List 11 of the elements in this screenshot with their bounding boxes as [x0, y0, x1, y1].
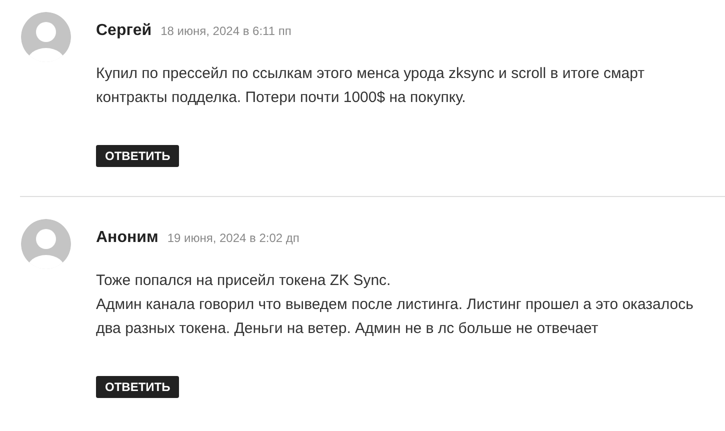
comment-author: Сергей: [96, 22, 152, 40]
comment-text: Админ канала говорил что выведем после листинга. Листинг прошел а это оказалось два разных токена. Деньги на ветер. Админ не в лс больше не отвечает: [96, 295, 694, 339]
comment-date[interactable]: 19 июня, 2024 в 2:02 дп: [167, 231, 300, 245]
comment-text: Купил по прессейл по ссылкам этого менса урода zksync и scroll в итоге смарт контракты подделка. Потери почти 1000$ на покупку.: [96, 64, 646, 108]
comment-text: Тоже попался на присейл токена ZK Sync.: [96, 271, 392, 291]
reply-button[interactable]: ОТВЕТИТЬ: [96, 376, 180, 398]
comment-date[interactable]: 18 июня, 2024 в 6:11 пп: [160, 24, 292, 38]
reply-button[interactable]: ОТВЕТИТЬ: [96, 145, 180, 167]
avatar-icon: [21, 219, 71, 269]
avatar-icon: [21, 12, 71, 62]
comment-author: Аноним: [96, 229, 158, 247]
